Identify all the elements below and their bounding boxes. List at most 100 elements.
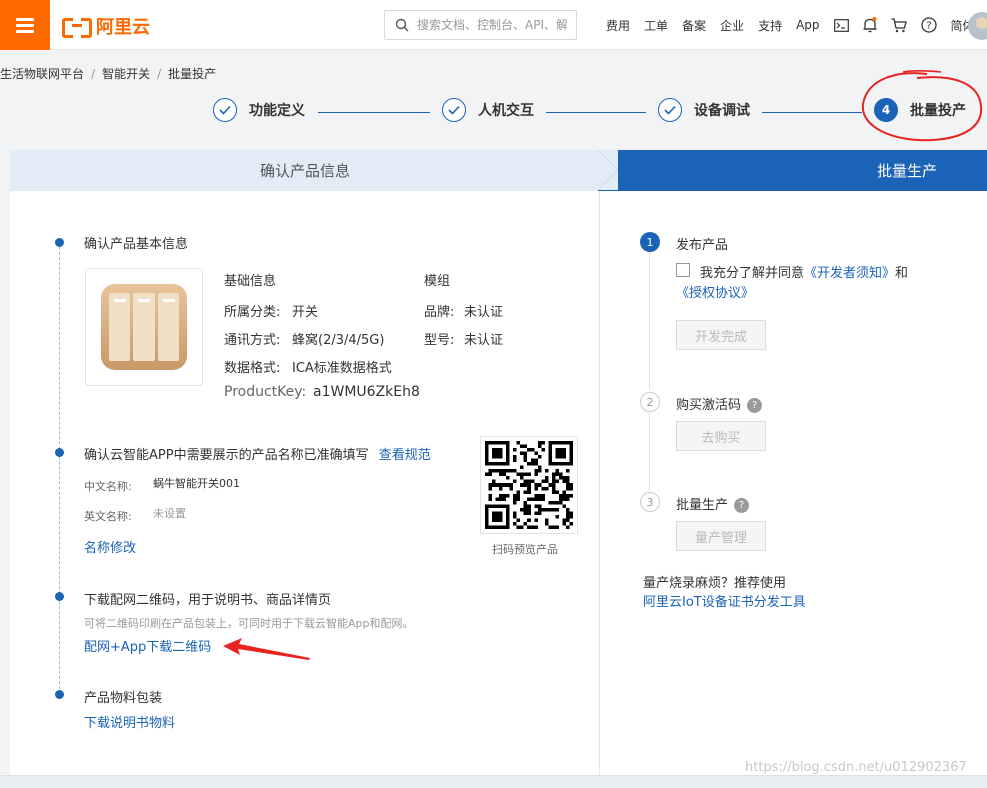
watermark: https://blog.csdn.net/u012902367 — [745, 760, 967, 775]
breadcrumb: 生活物联网平台 / 智能开关 / 批量投产 — [0, 65, 216, 82]
switch-product-icon — [101, 284, 187, 370]
step-function-definition[interactable]: 功能定义 — [213, 98, 305, 122]
check-icon — [213, 98, 237, 122]
cn-name-label: 中文名称: — [84, 480, 132, 493]
section-title: 确认产品基本信息 — [84, 237, 189, 252]
qr-description: 可将二维码印刷在产品包装上，可同时用于下载云智能App和配网。 — [84, 617, 414, 630]
comm-value: 蜂窝(2/3/4/5G) — [292, 333, 385, 348]
breadcrumb-item[interactable]: 智能开关 — [102, 65, 150, 82]
agree-and: 和 — [895, 266, 909, 281]
top-bar: 阿里云 费用 工单 备案 企业 支持 App ? 简体 — [0, 0, 987, 50]
step-interaction[interactable]: 人机交互 — [442, 98, 534, 122]
right-timeline-line — [649, 252, 650, 390]
brand-label: 品牌: — [424, 305, 455, 320]
view-spec-link[interactable]: 查看规范 — [379, 448, 431, 463]
breadcrumb-separator: / — [91, 66, 96, 81]
mass-production-label: 批量生产 — [676, 498, 729, 513]
bell-icon[interactable] — [863, 17, 877, 33]
agree-text: 我充分了解并同意《开发者须知》和 — [700, 262, 908, 281]
search-input[interactable] — [417, 18, 567, 32]
main-card: 确认产品信息 批量生产 确认产品基本信息 基础信息 模组 所属分类: 开关 品牌… — [10, 150, 987, 775]
production-management-button[interactable]: 量产管理 — [676, 521, 766, 551]
iot-cert-tool-link[interactable]: 阿里云IoT设备证书分发工具 — [643, 591, 806, 610]
logo-text: 阿里云 — [96, 17, 150, 38]
edit-name-link[interactable]: 名称修改 — [84, 537, 136, 556]
section-title: 产品物料包装 — [84, 691, 163, 706]
check-icon — [442, 98, 466, 122]
breadcrumb-current: 批量投产 — [168, 67, 217, 81]
nav-support[interactable]: 支持 — [758, 17, 782, 34]
step-connector — [762, 112, 862, 113]
section-title: 确认云智能APP中需要展示的产品名称已准确填写 查看规范 — [84, 444, 431, 463]
nav-fees[interactable]: 费用 — [606, 17, 630, 34]
download-pairing-qr-link[interactable]: 配网+App下载二维码 — [84, 636, 211, 655]
comm-label: 通讯方式: — [224, 333, 281, 348]
timeline-dot — [55, 592, 64, 601]
header-arrow — [598, 150, 618, 190]
check-icon — [658, 98, 682, 122]
annotation-arrow — [223, 638, 310, 660]
category-label: 所属分类: — [224, 305, 281, 320]
terminal-icon[interactable] — [833, 18, 849, 32]
basic-info-heading: 基础信息 — [224, 274, 277, 289]
model-label: 型号: — [424, 333, 455, 348]
bottom-strip — [0, 775, 987, 788]
help-icon[interactable]: ? — [920, 17, 937, 33]
search-icon — [395, 18, 409, 32]
breadcrumb-item[interactable]: 生活物联网平台 — [0, 65, 84, 82]
format-value: ICA标准数据格式 — [292, 361, 392, 376]
model-value: 未认证 — [464, 333, 504, 348]
nav-app[interactable]: App — [796, 18, 819, 32]
step-connector — [546, 112, 646, 113]
aliyun-logo-icon — [62, 16, 92, 38]
en-name-label: 英文名称: — [84, 510, 132, 523]
burn-tip: 量产烧录麻烦？推荐使用 — [643, 576, 787, 591]
timeline-dot — [55, 448, 64, 457]
buy-button[interactable]: 去购买 — [676, 421, 766, 451]
cart-icon[interactable] — [891, 17, 907, 33]
aliyun-logo[interactable]: 阿里云 — [62, 13, 150, 39]
agree-prefix: 我充分了解并同意 — [700, 266, 805, 281]
search-box[interactable] — [384, 10, 577, 40]
development-complete-button[interactable]: 开发完成 — [676, 320, 766, 350]
download-manual-link[interactable]: 下载说明书物料 — [84, 712, 175, 731]
nav-tickets[interactable]: 工单 — [644, 17, 668, 34]
top-nav: 费用 工单 备案 企业 支持 App ? 简体 — [606, 0, 987, 50]
nav-enterprise[interactable]: 企业 — [720, 17, 744, 34]
menu-button[interactable] — [0, 0, 50, 50]
right-timeline-line — [649, 412, 650, 492]
productkey-label: ProductKey: — [224, 384, 307, 400]
license-agreement-link[interactable]: 《授权协议》 — [676, 282, 754, 301]
nav-icp[interactable]: 备案 — [682, 17, 706, 34]
naming-title: 确认云智能APP中需要展示的产品名称已准确填写 — [84, 448, 369, 463]
category-value: 开关 — [292, 305, 319, 320]
module-heading: 模组 — [424, 274, 451, 289]
step-label: 设备调试 — [694, 103, 750, 119]
step-label: 人机交互 — [478, 103, 534, 119]
cn-name-value: 蜗牛智能开关001 — [153, 477, 240, 490]
step-debug[interactable]: 设备调试 — [658, 98, 750, 122]
productkey-value: a1WMU6ZkEh8 — [313, 384, 420, 400]
help-icon[interactable]: ? — [747, 398, 763, 413]
left-panel-header: 确认产品信息 — [10, 150, 600, 191]
agree-checkbox[interactable] — [676, 263, 690, 277]
progress-steps: 功能定义 人机交互 设备调试 4 批量投产 — [0, 98, 987, 128]
mass-production-title: 批量生产? — [676, 494, 750, 513]
buy-activation-label: 购买激活码 — [676, 398, 742, 413]
preview-qr-code — [480, 436, 578, 534]
timeline-dot — [55, 238, 64, 247]
step-3-badge: 3 — [640, 492, 660, 512]
step-connector — [318, 112, 430, 113]
buy-activation-title: 购买激活码? — [676, 394, 763, 413]
right-panel-title: 批量生产 — [876, 162, 937, 180]
help-icon[interactable]: ? — [734, 498, 750, 513]
qr-caption: 扫码预览产品 — [492, 543, 558, 556]
developer-notice-link[interactable]: 《开发者须知》 — [804, 266, 895, 281]
section-title: 下载配网二维码，用于说明书、商品详情页 — [84, 593, 332, 608]
panel-divider — [599, 191, 600, 775]
timeline-line — [59, 242, 60, 694]
en-name-value: 未设置 — [153, 507, 186, 520]
step-label: 功能定义 — [249, 103, 305, 119]
timeline-dot — [55, 690, 64, 699]
breadcrumb-separator: / — [157, 66, 162, 81]
